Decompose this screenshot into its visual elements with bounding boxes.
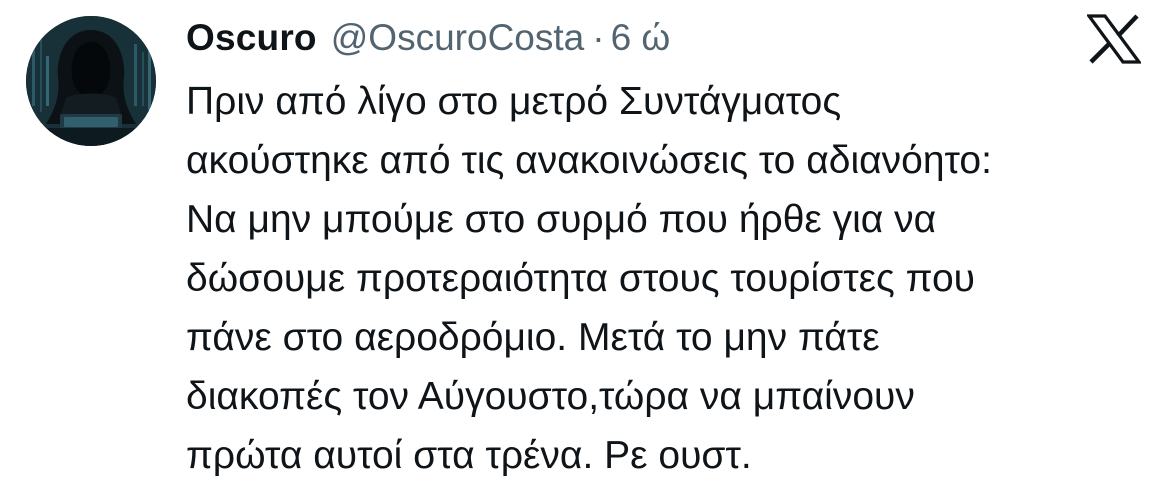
header-separator: · [592, 17, 605, 58]
user-handle[interactable]: @OscuroCosta [331, 17, 584, 59]
avatar[interactable] [26, 16, 156, 146]
tweet-text-line: πρώτα αυτοί στα τρένα. Ρε ουστ. [186, 434, 752, 477]
tweet-header: Oscuro @OscuroCosta · 6 ώ [186, 14, 670, 62]
display-name[interactable]: Oscuro [186, 17, 317, 59]
tweet-text-line: Πριν από λίγο στο μετρό Συντάγματος [186, 80, 842, 123]
x-logo-icon [1085, 14, 1143, 64]
tweet-text-line: διακοπές τον Αύγουστο,τώρα να μπαίνουν [186, 375, 915, 418]
tweet-text-line: δώσουμε προτεραιότητα στους τουρίστες πο… [186, 257, 975, 300]
tweet-text-line: ακούστηκε από τις ανακοινώσεις το αδιανό… [186, 139, 992, 182]
tweet-timestamp[interactable]: 6 ώ [611, 17, 671, 59]
tweet-card: Oscuro @OscuroCosta · 6 ώ Πριν από λίγο … [0, 0, 1170, 494]
tweet-text: Πριν από λίγο στο μετρό Συντάγματος ακού… [186, 72, 1161, 485]
hooded-figure-icon [26, 16, 156, 146]
tweet-text-line: πάνε στο αεροδρόμιο. Μετά το μην πάτε [186, 316, 880, 359]
tweet-text-line: Να μην μπούμε στο συρμό που ήρθε για να [186, 198, 937, 241]
